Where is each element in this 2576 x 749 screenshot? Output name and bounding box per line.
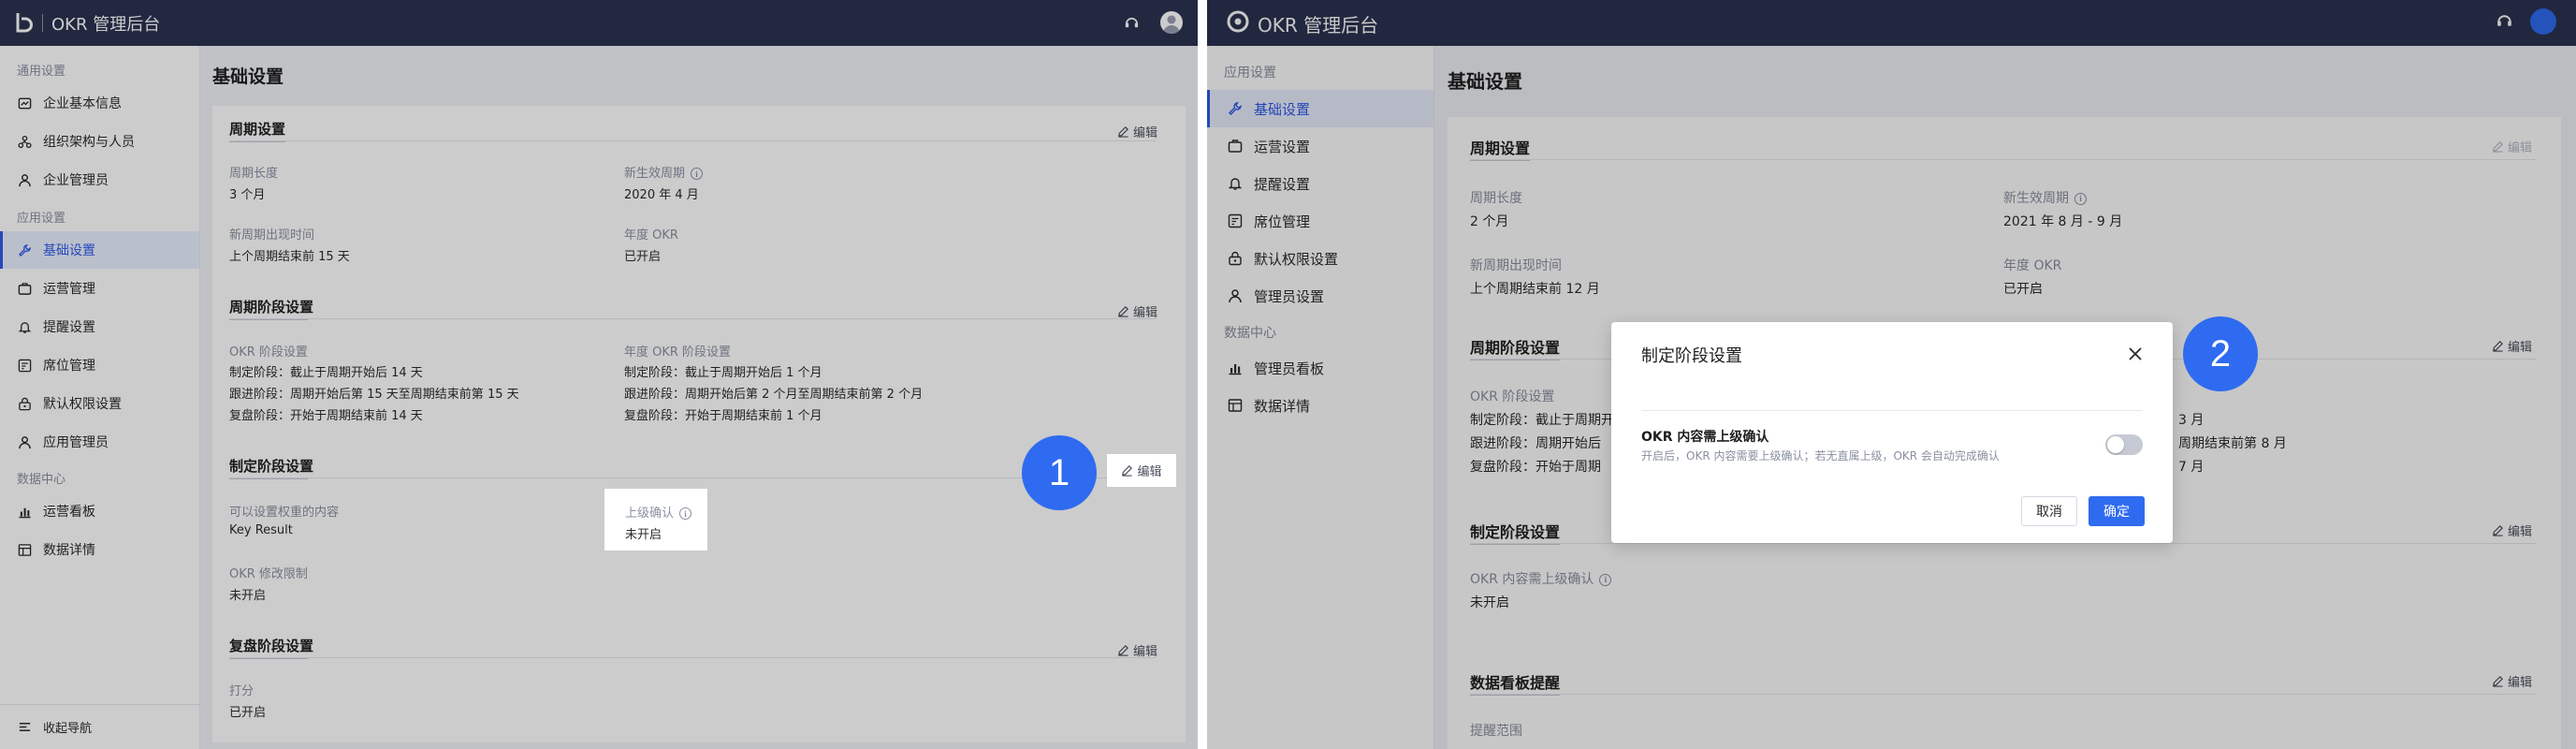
edit-formulate-button[interactable]: 编辑 (1107, 454, 1176, 487)
label-text: 上级确认 (625, 507, 675, 521)
pencil-icon (1122, 465, 1133, 477)
superior-confirm-toggle[interactable] (2105, 434, 2143, 455)
superior-confirm-label: 上级确认 i (625, 503, 692, 521)
modal-title: 制定阶段设置 (1641, 346, 1742, 366)
highlight-confirm-box: 上级确认 i 未开启 (604, 489, 707, 551)
dim-overlay (0, 0, 1198, 749)
option-title: OKR 内容需上级确认 (1641, 430, 1769, 445)
screenshot-panel-1: OKR 管理后台 通用设置 企业基本信息 组织架构与人员 企业管理员 应用设置 … (0, 0, 1198, 749)
close-icon[interactable] (2126, 345, 2145, 367)
toggle-knob (2107, 436, 2124, 453)
screenshot-panel-2: OKR 管理后台 应用设置 基础设置 运营设置 提醒设置 席位管理 默认权限设置 (1207, 0, 2576, 749)
step-badge-1: 1 (1022, 435, 1097, 510)
modal-dialog: 制定阶段设置 OKR 内容需上级确认 开启后，OKR 内容需要上级确认；若无直属… (1611, 322, 2173, 543)
cancel-button[interactable]: 取消 (2021, 496, 2077, 526)
panel-gap (1198, 0, 1207, 749)
modal-divider (1641, 410, 2143, 411)
superior-confirm-value: 未开启 (625, 528, 662, 542)
step-badge-2: 2 (2183, 316, 2258, 391)
edit-label: 编辑 (1137, 465, 1162, 479)
info-icon[interactable]: i (679, 507, 692, 520)
option-description: 开启后，OKR 内容需要上级确认；若无直属上级，OKR 会自动完成确认 (1641, 449, 2000, 463)
confirm-button[interactable]: 确定 (2088, 496, 2145, 526)
